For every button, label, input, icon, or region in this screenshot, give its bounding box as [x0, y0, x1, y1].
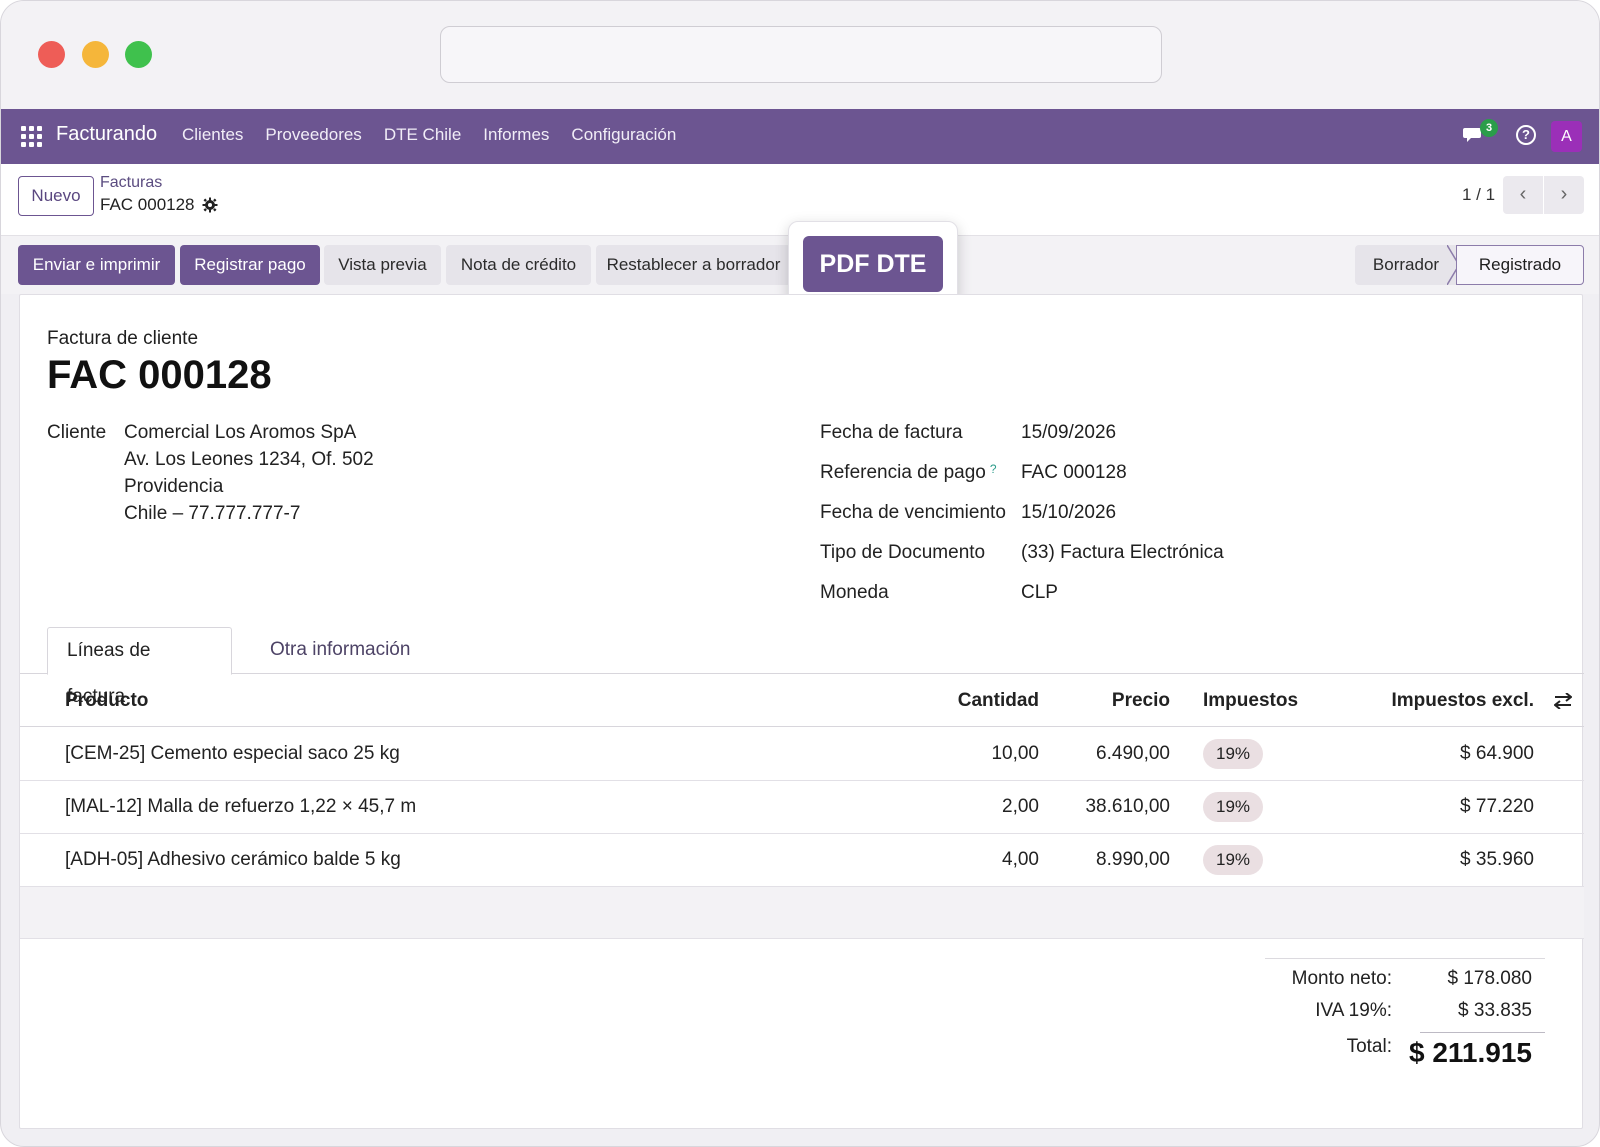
table-row[interactable]: [ADH-05] Adhesivo cerámico balde 5 kg 4,…	[20, 834, 1584, 887]
total-value: $ 211.915	[1408, 1037, 1532, 1068]
breadcrumb-current: FAC 000128	[100, 195, 195, 214]
document-type-label: Factura de cliente	[47, 328, 199, 349]
pdf-dte-popup: PDF DTE	[788, 221, 958, 305]
pager-value[interactable]: 1 / 1	[1462, 185, 1495, 205]
register-payment-button[interactable]: Registrar pago	[180, 245, 320, 285]
line-price[interactable]: 38.610,00	[1085, 796, 1170, 818]
column-price[interactable]: Precio	[1112, 690, 1170, 712]
tax-badge[interactable]: 19%	[1203, 845, 1263, 875]
customer-name[interactable]: Comercial Los Aromos SpA	[124, 422, 356, 444]
payment-reference-value[interactable]: FAC 000128	[1021, 462, 1127, 484]
send-print-button[interactable]: Enviar e imprimir	[18, 245, 175, 285]
next-record-button[interactable]: ›	[1544, 176, 1584, 214]
optional-columns-icon[interactable]	[1554, 693, 1572, 709]
line-subtotal: $ 35.960	[1460, 849, 1534, 870]
invoice-date-value[interactable]: 15/09/2026	[1021, 422, 1116, 444]
line-price[interactable]: 8.990,00	[1096, 849, 1170, 871]
table-row[interactable]: [MAL-12] Malla de refuerzo 1,22 × 45,7 m…	[20, 781, 1584, 834]
main-menu: Clientes Proveedores DTE Chile Informes …	[182, 125, 698, 145]
document-type-field-label: Tipo de Documento	[820, 542, 986, 563]
help-icon[interactable]: ?	[1516, 125, 1536, 145]
column-taxes[interactable]: Impuestos	[1203, 690, 1298, 712]
empty-row	[20, 887, 1584, 939]
maximize-window-button[interactable]	[125, 41, 152, 68]
close-window-button[interactable]	[38, 41, 65, 68]
currency-label: Moneda	[820, 582, 889, 603]
menu-item-informes[interactable]: Informes	[483, 125, 549, 145]
column-product[interactable]: Producto	[65, 690, 148, 712]
pdf-dte-button[interactable]: PDF DTE	[803, 236, 943, 292]
status-draft[interactable]: Borrador	[1355, 245, 1457, 285]
user-avatar[interactable]: A	[1551, 121, 1582, 152]
total-label: Total:	[1346, 1036, 1392, 1057]
totals-divider	[1265, 958, 1545, 959]
customer-city: Providencia	[124, 476, 224, 497]
due-date-value[interactable]: 15/10/2026	[1021, 502, 1116, 524]
lines-table-header: Producto Cantidad Precio Impuestos Impue…	[20, 675, 1584, 727]
net-amount-value: $ 178.080	[1447, 968, 1532, 989]
previous-record-button[interactable]: ‹	[1503, 176, 1543, 214]
line-product[interactable]: [ADH-05] Adhesivo cerámico balde 5 kg	[65, 849, 401, 871]
line-quantity[interactable]: 4,00	[1002, 849, 1039, 871]
help-tooltip-icon[interactable]: ?	[990, 462, 997, 476]
breadcrumb-parent[interactable]: Facturas	[100, 174, 162, 192]
app-brand[interactable]: Facturando	[56, 123, 157, 146]
browser-window: Facturando Clientes Proveedores DTE Chil…	[0, 0, 1600, 1147]
form-tabs: Líneas de factura Otra información	[20, 627, 1584, 707]
top-navbar: Facturando Clientes Proveedores DTE Chil…	[1, 109, 1599, 164]
line-quantity[interactable]: 10,00	[991, 743, 1039, 765]
address-bar[interactable]	[440, 26, 1162, 83]
table-row[interactable]: [CEM-25] Cemento especial saco 25 kg 10,…	[20, 728, 1584, 781]
menu-item-proveedores[interactable]: Proveedores	[265, 125, 361, 145]
document-type-field-value[interactable]: (33) Factura Electrónica	[1021, 542, 1224, 564]
line-quantity[interactable]: 2,00	[1002, 796, 1039, 818]
customer-country-vat: Chile – 77.777.777-7	[124, 503, 301, 524]
status-posted[interactable]: Registrado	[1456, 245, 1584, 285]
gear-icon[interactable]	[202, 197, 218, 213]
due-date-label: Fecha de vencimiento	[820, 502, 1006, 523]
messages-badge: 3	[1480, 119, 1498, 137]
column-subtotal[interactable]: Impuestos excl.	[1391, 690, 1534, 712]
tax-badge[interactable]: 19%	[1203, 792, 1263, 822]
credit-note-button[interactable]: Nota de crédito	[446, 245, 591, 285]
line-subtotal: $ 64.900	[1460, 743, 1534, 764]
line-product[interactable]: [MAL-12] Malla de refuerzo 1,22 × 45,7 m	[65, 796, 416, 818]
minimize-window-button[interactable]	[82, 41, 109, 68]
invoice-number: FAC 000128	[47, 353, 272, 397]
line-product[interactable]: [CEM-25] Cemento especial saco 25 kg	[65, 743, 400, 765]
menu-item-configuracion[interactable]: Configuración	[571, 125, 676, 145]
invoice-form: Factura de cliente FAC 000128 Cliente Co…	[19, 294, 1584, 1129]
tax-badge[interactable]: 19%	[1203, 739, 1263, 769]
tab-invoice-lines[interactable]: Líneas de factura	[47, 627, 232, 707]
payment-reference-label: Referencia de pago?	[820, 462, 997, 483]
total-divider	[1420, 1032, 1545, 1033]
invoice-date-label: Fecha de factura	[820, 422, 963, 443]
new-button[interactable]: Nuevo	[18, 176, 94, 216]
net-amount-label: Monto neto:	[1291, 968, 1392, 989]
line-subtotal: $ 77.220	[1460, 796, 1534, 817]
reset-draft-button[interactable]: Restablecer a borrador	[596, 245, 791, 285]
vat-label: IVA 19%:	[1315, 1000, 1392, 1021]
menu-item-dte-chile[interactable]: DTE Chile	[384, 125, 461, 145]
vat-value: $ 33.835	[1458, 1000, 1532, 1021]
line-price[interactable]: 6.490,00	[1096, 743, 1170, 765]
browser-chrome	[1, 1, 1599, 109]
preview-button[interactable]: Vista previa	[324, 245, 441, 285]
tab-other-info[interactable]: Otra información	[251, 627, 429, 675]
menu-item-clientes[interactable]: Clientes	[182, 125, 243, 145]
customer-label: Cliente	[47, 422, 107, 443]
customer-street: Av. Los Leones 1234, Of. 502	[124, 449, 374, 470]
column-quantity[interactable]: Cantidad	[958, 690, 1039, 712]
currency-value[interactable]: CLP	[1021, 582, 1058, 604]
apps-grid-icon[interactable]	[21, 126, 42, 147]
